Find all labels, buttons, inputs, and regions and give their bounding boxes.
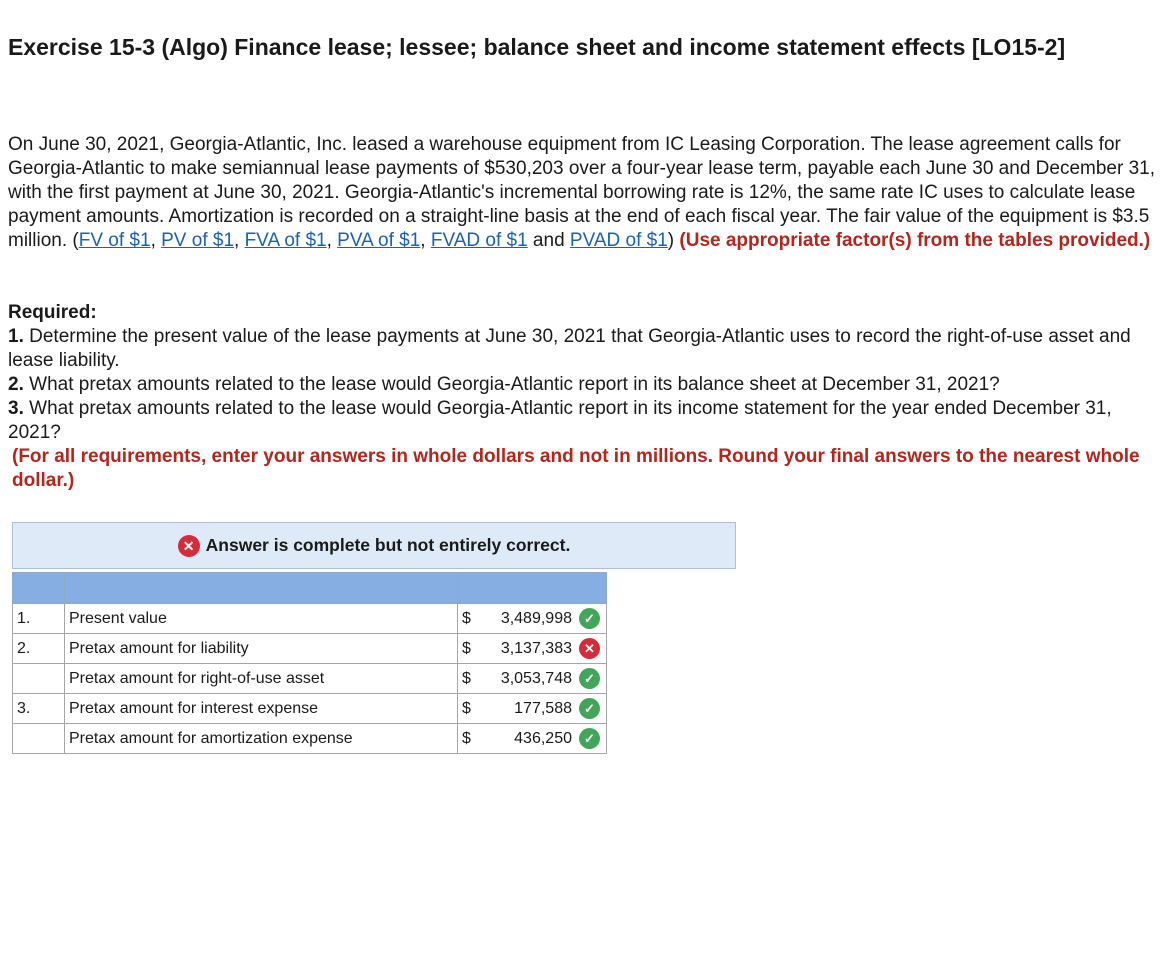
answer-value[interactable]: 3,489,998 bbox=[501, 610, 572, 628]
row-number bbox=[12, 663, 65, 694]
separator: , bbox=[234, 230, 245, 251]
link-pva-of-1[interactable]: PVA of $1 bbox=[337, 230, 420, 251]
factor-instruction: (Use appropriate factor(s) from the tabl… bbox=[679, 230, 1151, 251]
close-paren: ) bbox=[667, 230, 675, 251]
link-pv-of-1[interactable]: PV of $1 bbox=[161, 230, 234, 251]
requirement-number: 2. bbox=[8, 374, 24, 395]
currency-symbol: $ bbox=[462, 730, 471, 747]
required-section: Required: 1. Determine the present value… bbox=[8, 301, 1158, 493]
requirement-2: 2. What pretax amounts related to the le… bbox=[8, 373, 1158, 397]
required-heading: Required: bbox=[8, 302, 97, 323]
answer-cell[interactable]: $ 436,250 ✓ bbox=[457, 723, 607, 754]
banner-text: Answer is complete but not entirely corr… bbox=[205, 535, 571, 555]
table-row: 1. Present value $ 3,489,998 ✓ bbox=[12, 603, 607, 634]
table-row: Pretax amount for right-of-use asset $ 3… bbox=[12, 663, 607, 694]
check-icon: ✓ bbox=[579, 608, 600, 629]
header-cell bbox=[457, 572, 607, 604]
row-label: Pretax amount for liability bbox=[64, 633, 458, 664]
currency-symbol: $ bbox=[462, 640, 471, 657]
header-cell bbox=[64, 572, 458, 604]
answer-value[interactable]: 3,137,383 bbox=[501, 640, 572, 658]
rounding-note: (For all requirements, enter your answer… bbox=[12, 446, 1140, 491]
row-number: 3. bbox=[12, 693, 65, 724]
link-pvad-of-1[interactable]: PVAD of $1 bbox=[570, 230, 668, 251]
currency-symbol: $ bbox=[462, 610, 471, 627]
row-number bbox=[12, 723, 65, 754]
table-row: 2. Pretax amount for liability $ 3,137,3… bbox=[12, 633, 607, 664]
problem-statement: On June 30, 2021, Georgia-Atlantic, Inc.… bbox=[8, 133, 1158, 253]
answer-value[interactable]: 177,588 bbox=[514, 700, 572, 718]
answer-cell[interactable]: $ 3,053,748 ✓ bbox=[457, 663, 607, 694]
requirement-1: 1. Determine the present value of the le… bbox=[8, 325, 1158, 373]
requirement-text: Determine the present value of the lease… bbox=[8, 326, 1131, 371]
header-cell bbox=[12, 572, 65, 604]
link-fvad-of-1[interactable]: FVAD of $1 bbox=[431, 230, 528, 251]
requirement-3: 3. What pretax amounts related to the le… bbox=[8, 397, 1158, 445]
link-fv-of-1[interactable]: FV of $1 bbox=[79, 230, 151, 251]
check-icon: ✓ bbox=[579, 668, 600, 689]
requirement-number: 3. bbox=[8, 398, 24, 419]
table-header-row bbox=[12, 572, 607, 604]
row-label: Pretax amount for right-of-use asset bbox=[64, 663, 458, 694]
table-row: 3. Pretax amount for interest expense $ … bbox=[12, 693, 607, 724]
check-icon: ✓ bbox=[579, 728, 600, 749]
answer-value[interactable]: 436,250 bbox=[514, 730, 572, 748]
requirement-text: What pretax amounts related to the lease… bbox=[8, 398, 1112, 443]
link-fva-of-1[interactable]: FVA of $1 bbox=[245, 230, 327, 251]
answer-status-banner: ✕ Answer is complete but not entirely co… bbox=[12, 522, 736, 569]
currency-symbol: $ bbox=[462, 670, 471, 687]
answer-value[interactable]: 3,053,748 bbox=[501, 670, 572, 688]
requirement-number: 1. bbox=[8, 326, 24, 347]
row-number: 2. bbox=[12, 633, 65, 664]
exercise-title: Exercise 15-3 (Algo) Finance lease; less… bbox=[8, 34, 1066, 60]
check-icon: ✓ bbox=[579, 698, 600, 719]
row-label: Present value bbox=[64, 603, 458, 634]
answer-table: 1. Present value $ 3,489,998 ✓ 2. Pretax… bbox=[12, 572, 607, 754]
separator: , bbox=[326, 230, 338, 251]
table-row: Pretax amount for amortization expense $… bbox=[12, 723, 607, 754]
row-label: Pretax amount for interest expense bbox=[64, 693, 458, 724]
answer-cell[interactable]: $ 3,137,383 ✕ bbox=[457, 633, 607, 664]
answer-cell[interactable]: $ 177,588 ✓ bbox=[457, 693, 607, 724]
separator: , bbox=[420, 230, 431, 251]
row-label: Pretax amount for amortization expense bbox=[64, 723, 458, 754]
row-number: 1. bbox=[12, 603, 65, 634]
x-icon: ✕ bbox=[177, 534, 200, 557]
answer-cell[interactable]: $ 3,489,998 ✓ bbox=[457, 603, 607, 634]
requirement-text: What pretax amounts related to the lease… bbox=[29, 374, 1000, 395]
x-icon: ✕ bbox=[579, 638, 600, 659]
and-text: and bbox=[527, 230, 570, 251]
currency-symbol: $ bbox=[462, 700, 471, 717]
separator: , bbox=[150, 230, 162, 251]
